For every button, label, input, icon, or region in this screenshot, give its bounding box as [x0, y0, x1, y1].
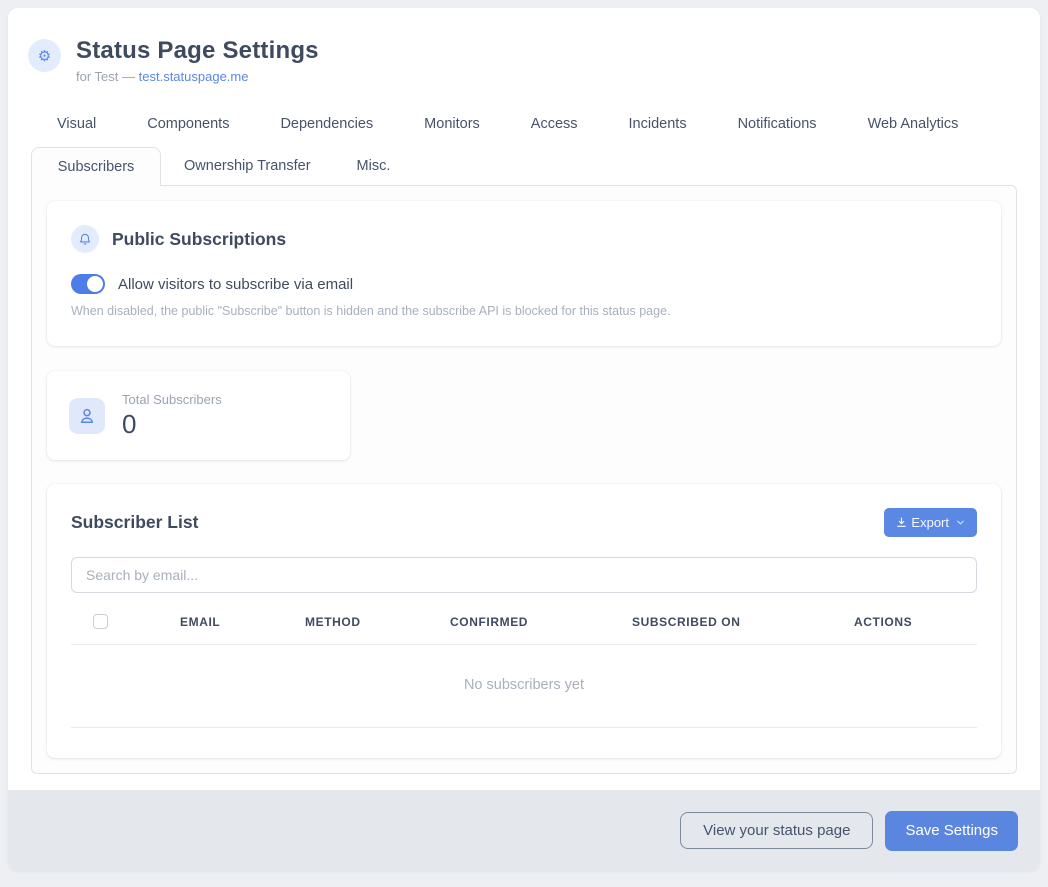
total-subscribers-text: Total Subscribers 0 [122, 392, 222, 440]
export-button[interactable]: Export [884, 508, 977, 537]
download-icon [895, 516, 908, 529]
page-subtitle: for Test — test.statuspage.me [76, 69, 319, 84]
subtitle-prefix: for Test — [76, 69, 139, 84]
subscribe-toggle-row: Allow visitors to subscribe via email [71, 274, 977, 294]
tab-bar-row2: Subscribers Ownership Transfer Misc. [31, 147, 1040, 185]
tab-incidents[interactable]: Incidents [629, 108, 687, 140]
tab-subscribers[interactable]: Subscribers [31, 147, 161, 186]
tab-monitors[interactable]: Monitors [424, 108, 480, 140]
page-header: ⚙ Status Page Settings for Test — test.s… [8, 8, 1040, 84]
tab-ownership-transfer[interactable]: Ownership Transfer [161, 147, 334, 185]
tab-components[interactable]: Components [147, 108, 229, 140]
person-icon [69, 398, 105, 434]
view-status-page-button[interactable]: View your status page [680, 812, 873, 849]
header-text-block: Status Page Settings for Test — test.sta… [76, 37, 319, 84]
public-subscriptions-header: Public Subscriptions [71, 225, 977, 253]
column-method: METHOD [305, 615, 450, 629]
public-subscriptions-card: Public Subscriptions Allow visitors to s… [47, 201, 1001, 346]
toggle-knob [87, 276, 103, 292]
empty-state-text: No subscribers yet [71, 645, 977, 728]
status-page-settings-window: ⚙ Status Page Settings for Test — test.s… [8, 8, 1040, 871]
export-button-label: Export [911, 515, 949, 530]
page-title: Status Page Settings [76, 37, 319, 65]
subscribers-tab-panel: Public Subscriptions Allow visitors to s… [31, 185, 1017, 774]
subscriber-list-card: Subscriber List Export EMAIL METHOD CONF… [47, 484, 1001, 758]
tab-misc[interactable]: Misc. [334, 147, 414, 185]
tab-notifications[interactable]: Notifications [738, 108, 817, 140]
table-bottom-spacer [71, 728, 977, 756]
search-input[interactable] [71, 557, 977, 593]
column-email: EMAIL [180, 615, 305, 629]
tab-visual[interactable]: Visual [57, 108, 96, 140]
tab-access[interactable]: Access [531, 108, 578, 140]
subscriber-list-title: Subscriber List [71, 512, 198, 533]
footer-bar: View your status page Save Settings [8, 790, 1040, 871]
total-subscribers-card: Total Subscribers 0 [47, 371, 350, 460]
chevron-down-icon [955, 517, 966, 528]
bell-icon [71, 225, 99, 253]
total-subscribers-label: Total Subscribers [122, 392, 222, 407]
allow-subscribe-label: Allow visitors to subscribe via email [118, 276, 353, 293]
header-checkbox-cell [71, 614, 180, 629]
select-all-checkbox[interactable] [93, 614, 108, 629]
subscribe-helper-text: When disabled, the public "Subscribe" bu… [71, 304, 977, 318]
column-subscribed-on: SUBSCRIBED ON [632, 615, 854, 629]
subscriber-table-header: EMAIL METHOD CONFIRMED SUBSCRIBED ON ACT… [71, 614, 977, 645]
tab-bar-row1: Visual Components Dependencies Monitors … [57, 108, 1040, 140]
public-subscriptions-title: Public Subscriptions [112, 229, 286, 250]
tab-dependencies[interactable]: Dependencies [280, 108, 373, 140]
column-actions: ACTIONS [854, 615, 977, 629]
total-subscribers-value: 0 [122, 409, 222, 440]
column-confirmed: CONFIRMED [450, 615, 632, 629]
subscriber-list-header: Subscriber List Export [71, 508, 977, 537]
allow-subscribe-toggle[interactable] [71, 274, 105, 294]
save-settings-button[interactable]: Save Settings [885, 811, 1018, 851]
status-page-link[interactable]: test.statuspage.me [139, 69, 249, 84]
tab-web-analytics[interactable]: Web Analytics [868, 108, 959, 140]
gear-icon: ⚙ [28, 39, 61, 72]
